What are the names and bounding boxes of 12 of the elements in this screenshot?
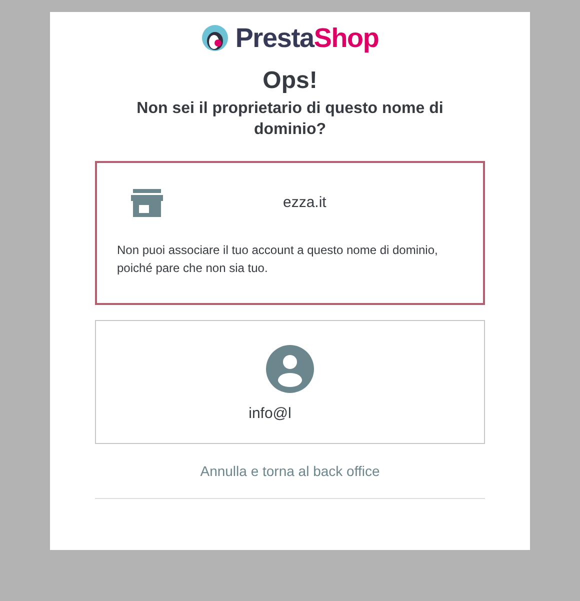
logo-icon: [201, 24, 230, 52]
account-card[interactable]: info@l: [95, 320, 485, 444]
logo-wordmark: PrestaShop: [235, 23, 379, 53]
account-email: info@l: [248, 404, 292, 424]
user-avatar-icon: [266, 345, 314, 393]
store-icon: [131, 189, 163, 217]
heading: Ops!: [262, 67, 318, 95]
shop-card[interactable]: ezza.it Non puoi associare il tuo account a questo nome di dominio, poiché pare che non sia tuo.: [95, 161, 485, 305]
shop-domain: ezza.it: [283, 192, 326, 213]
warning-message: Non puoi associare il tuo account a questo nome di dominio, poiché pare che non sia tuo.: [117, 242, 439, 277]
cancel-link[interactable]: Annulla e torna al back office: [200, 461, 380, 482]
subheading: Non sei il proprietario di questo nome di dominio?: [136, 99, 444, 140]
